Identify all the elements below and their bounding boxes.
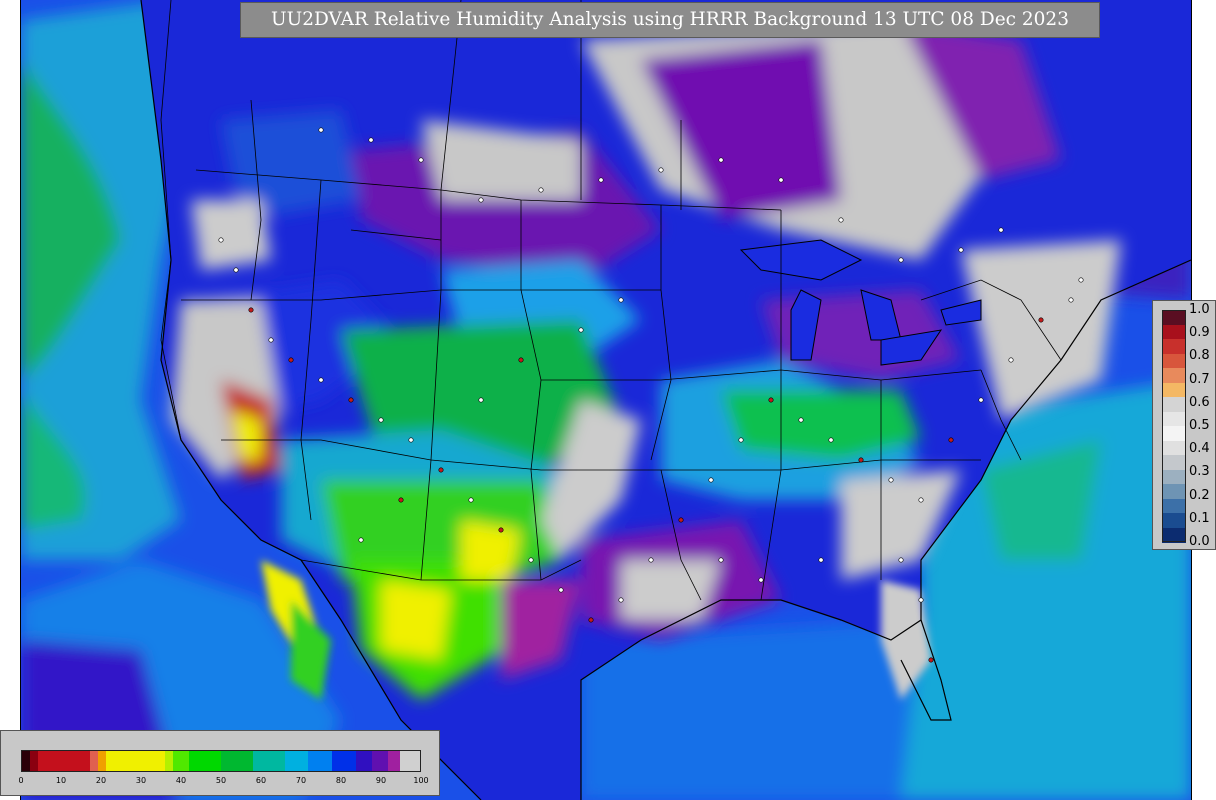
colorbar-right-tick: 0.1 [1189, 510, 1210, 526]
colorbar-bottom-segment [29, 751, 38, 771]
colorbar-bottom-tick: 10 [55, 776, 67, 785]
colorbar-right-tick: 0.8 [1189, 348, 1210, 364]
colorbar-right-tick: 0.0 [1189, 534, 1210, 549]
colorbar-bottom-tick: 30 [135, 776, 147, 785]
colorbar-bottom-tick: 100 [413, 776, 429, 785]
colorbar-bottom-segment [189, 751, 221, 771]
colorbar-bottom-segment [332, 751, 357, 771]
colorbar-bottom-segment [220, 751, 253, 771]
colorbar-bottom-tick: 40 [175, 776, 187, 785]
map-panel [20, 0, 1192, 800]
colorbar-bottom-segment [372, 751, 389, 771]
colorbar-right-tick: 0.3 [1189, 464, 1210, 480]
colorbar-right-outline [1162, 310, 1186, 542]
colorbar-right-tick: 0.5 [1189, 418, 1210, 433]
colorbar-bottom-tick: 80 [335, 776, 347, 785]
colorbar-bottom-tick: 60 [255, 776, 267, 785]
colorbar-bottom-segment [22, 751, 30, 771]
colorbar-bottom-segment [388, 751, 400, 771]
colorbar-bottom: 0 10 20 30 40 50 60 70 80 90 100 [0, 730, 440, 796]
colorbar-bottom-segment [173, 751, 190, 771]
humidity-map [21, 0, 1191, 800]
colorbar-bottom-tick: 20 [95, 776, 107, 785]
colorbar-bottom-segment [252, 751, 285, 771]
colorbar-bottom-segment [89, 751, 98, 771]
colorbar-bottom-tick: 0 [18, 776, 24, 785]
map-title: UU2DVAR Relative Humidity Analysis using… [240, 2, 1100, 38]
colorbar-bottom-segment [356, 751, 373, 771]
colorbar-right-tick: 0.7 [1189, 371, 1210, 387]
colorbar-bottom-gradient [21, 750, 421, 772]
colorbar-right-tick: 1.0 [1189, 302, 1210, 317]
colorbar-bottom-segment [308, 751, 333, 771]
colorbar-bottom-tick: 90 [375, 776, 387, 785]
colorbar-right-tick: 0.2 [1189, 487, 1210, 503]
colorbar-bottom-segment [165, 751, 174, 771]
colorbar-right-tick: 0.9 [1189, 325, 1210, 341]
colorbar-right-tick: 0.6 [1189, 394, 1210, 410]
colorbar-right: 1.0 0.9 0.8 0.7 0.6 0.5 0.4 0.3 0.2 0.1 0.0 [1152, 300, 1216, 550]
colorbar-bottom-tick: 50 [215, 776, 227, 785]
colorbar-bottom-segment [399, 751, 420, 771]
colorbar-bottom-segment [97, 751, 106, 771]
colorbar-right-tick: 0.4 [1189, 441, 1210, 457]
colorbar-bottom-segment [37, 751, 90, 771]
colorbar-bottom-segment [105, 751, 166, 771]
colorbar-bottom-tick: 70 [295, 776, 307, 785]
colorbar-bottom-segment [284, 751, 309, 771]
